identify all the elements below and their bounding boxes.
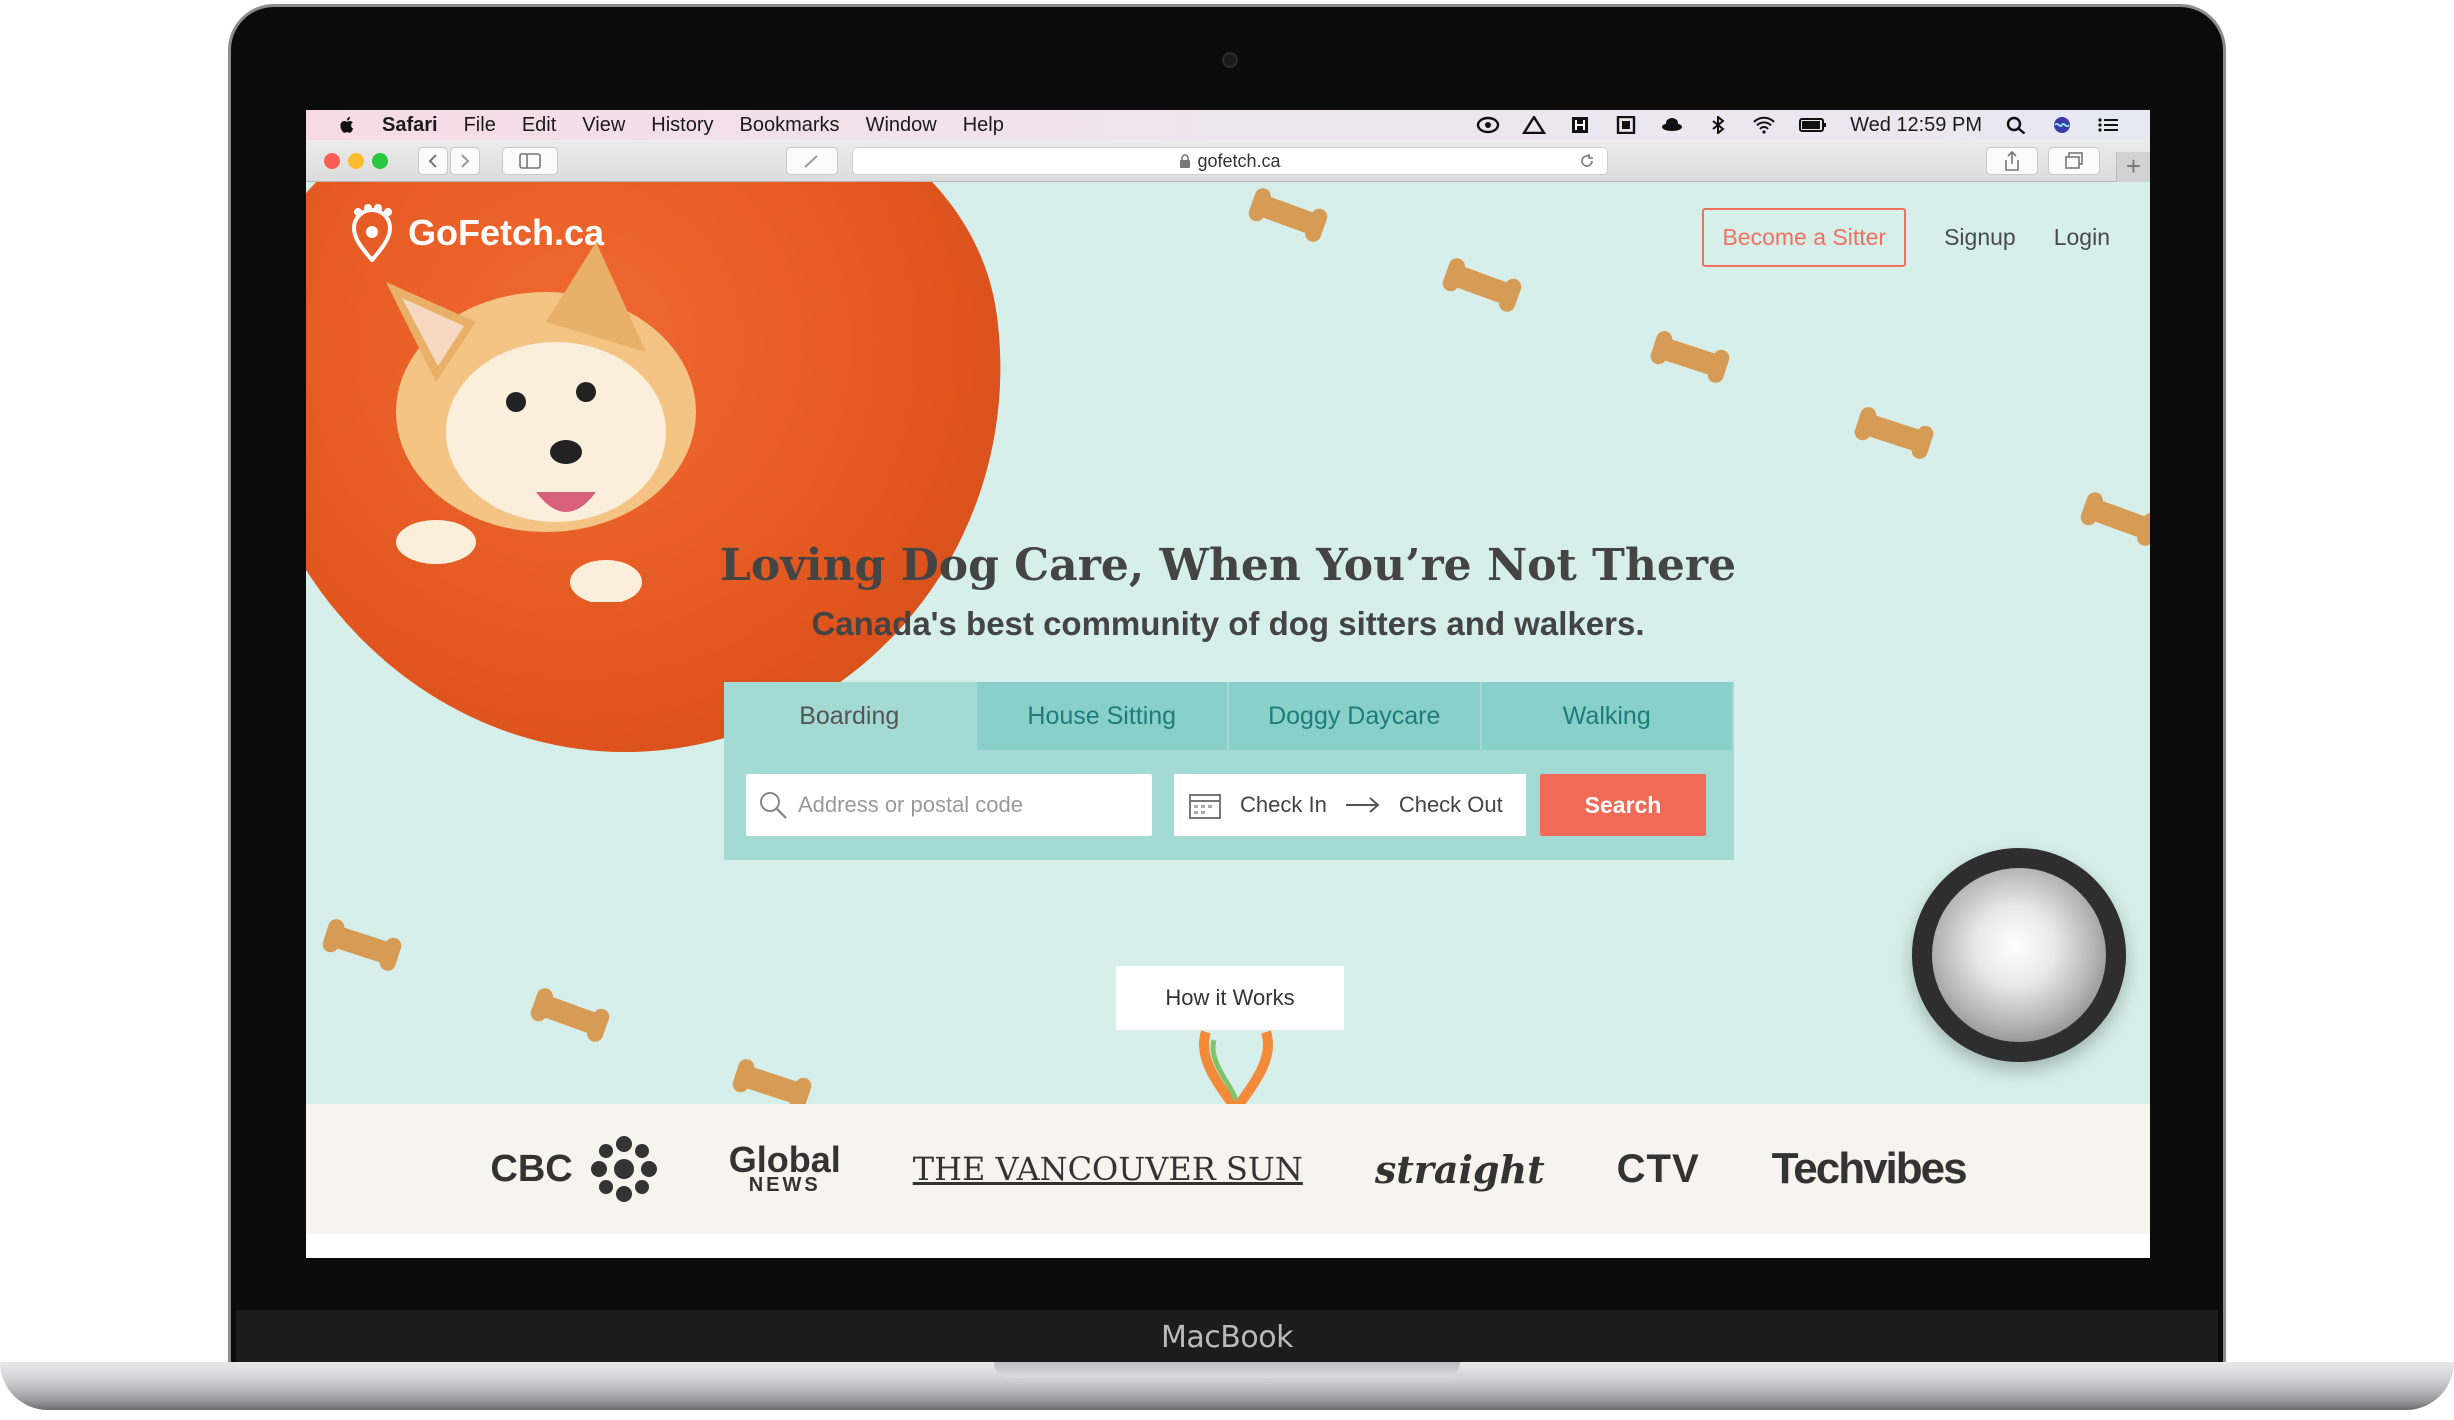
hero: Loving Dog Care, When You’re Not There C… [306, 540, 2150, 643]
siri-icon[interactable] [2050, 116, 2074, 134]
address-bar[interactable]: gofetch.ca [852, 147, 1608, 175]
arrow-right-icon [1345, 797, 1380, 813]
menu-help[interactable]: Help [963, 114, 1004, 137]
gofetch-logo[interactable]: GoFetch.ca [348, 204, 604, 262]
back-button[interactable] [418, 147, 448, 175]
menu-file[interactable]: File [464, 114, 496, 137]
dog-treat-decoration [1860, 412, 1928, 454]
mac-menubar: Safari File Edit View History Bookmarks … [306, 110, 2150, 140]
notification-center-icon[interactable] [2096, 116, 2120, 134]
tabs-icon [2065, 152, 2083, 169]
dog-treat-decoration [2086, 497, 2150, 541]
menu-window[interactable]: Window [866, 114, 937, 137]
share-button[interactable] [1986, 147, 2038, 175]
ctv-logo: CTV [1616, 1146, 1700, 1191]
sidebar-toggle-button[interactable] [502, 147, 558, 175]
global-news-logo: Global NEWS [729, 1141, 841, 1195]
signup-link[interactable]: Signup [1944, 224, 2016, 251]
safari-toolbar: gofetch.ca + [306, 140, 2150, 182]
dog-bowl-image [1912, 848, 2126, 1062]
new-tab-button[interactable]: + [2116, 152, 2150, 182]
calendar-icon [1189, 794, 1221, 819]
laptop-hinge-notch [994, 1362, 1460, 1378]
logo-text: GoFetch.ca [408, 212, 605, 253]
screen: Safari File Edit View History Bookmarks … [306, 110, 2150, 1258]
creative-cloud-icon[interactable] [1476, 116, 1500, 134]
wifi-icon[interactable] [1752, 116, 1776, 134]
lock-icon [1180, 154, 1191, 168]
apple-icon[interactable] [336, 114, 358, 136]
tabs-overview-button[interactable] [2048, 147, 2100, 175]
drive-icon[interactable] [1522, 116, 1547, 134]
search-fields: Address or postal code Check In Check Ou… [746, 774, 1706, 836]
login-link[interactable]: Login [2054, 224, 2110, 251]
bluetooth-icon[interactable] [1706, 116, 1730, 134]
menu-history[interactable]: History [651, 114, 713, 137]
chevron-right-icon [461, 154, 470, 168]
hero-subtitle: Canada's best community of dog sitters a… [811, 605, 1645, 642]
vancouver-sun-logo: THE VANCOUVER SUN [912, 1150, 1303, 1188]
dog-treat-decoration [1448, 263, 1516, 307]
tab-walking[interactable]: Walking [1481, 682, 1734, 750]
hero-title: Loving Dog Care, When You’re Not There [719, 540, 1737, 591]
check-in-field[interactable]: Check In [1240, 792, 1327, 818]
paw-pin-icon [351, 204, 393, 262]
url-text: gofetch.ca [1197, 151, 1281, 171]
status-area: Wed 12:59 PM [1476, 110, 2120, 140]
dog-treat-decoration [738, 1064, 806, 1106]
dog-treat-decoration [536, 993, 604, 1037]
menu-app-name[interactable]: Safari [382, 114, 438, 137]
search-panel: Boarding House Sitting Doggy Daycare Wal… [724, 682, 1734, 860]
sidebar-icon [519, 153, 541, 169]
cbc-text: CBC [490, 1147, 573, 1190]
address-placeholder: Address or postal code [798, 792, 1024, 817]
reload-icon[interactable] [1579, 153, 1595, 169]
cbc-gem-icon [590, 1136, 657, 1202]
cbc-logo: CBC [490, 1136, 657, 1202]
search-button[interactable]: Search [1540, 774, 1706, 836]
webpage: GoFetch.ca Become a Sitter Signup Login … [306, 182, 2150, 1258]
extensions-button[interactable] [786, 147, 838, 175]
how-it-works-button[interactable]: How it Works [1116, 966, 1344, 1030]
address-input[interactable]: Address or postal code [746, 774, 1152, 836]
search-icon [760, 792, 787, 819]
spotlight-search-icon[interactable] [2004, 116, 2028, 134]
dog-treat-decoration [1656, 336, 1724, 378]
hat-icon[interactable] [1660, 116, 1684, 134]
zoom-window-button[interactable] [372, 153, 388, 169]
minimize-window-button[interactable] [348, 153, 364, 169]
become-sitter-button[interactable]: Become a Sitter [1702, 208, 1907, 267]
close-window-button[interactable] [324, 153, 340, 169]
tab-house-sitting[interactable]: House Sitting [976, 682, 1229, 750]
press-logos-bar: CBC Global NEWS THE VANCOUVER SUN straig… [306, 1104, 2150, 1234]
menu-edit[interactable]: Edit [522, 114, 556, 137]
chevron-left-icon [428, 154, 437, 168]
webcam [1222, 52, 1238, 68]
forward-button[interactable] [450, 147, 480, 175]
dog-treat-decoration [1254, 193, 1322, 237]
check-out-field[interactable]: Check Out [1399, 792, 1503, 818]
app-h-icon[interactable] [1568, 116, 1592, 134]
menu-view[interactable]: View [582, 114, 625, 137]
menubar-clock[interactable]: Wed 12:59 PM [1850, 114, 1982, 137]
bowl-interior [1932, 868, 2106, 1042]
date-range-picker[interactable]: Check In Check Out [1174, 774, 1526, 836]
techvibes-logo: Techvibes [1771, 1144, 1968, 1193]
page-footer-strip [306, 1234, 2150, 1258]
dog-treat-decoration [328, 924, 396, 966]
menu-bookmarks[interactable]: Bookmarks [740, 114, 840, 137]
app-box-icon[interactable] [1614, 116, 1638, 134]
device-label: MacBook [1161, 1320, 1293, 1355]
share-icon [2005, 151, 2019, 171]
tab-boarding[interactable]: Boarding [724, 682, 977, 750]
top-nav: Become a Sitter Signup Login [1702, 208, 2110, 267]
tab-doggy-daycare[interactable]: Doggy Daycare [1229, 682, 1482, 750]
georgia-straight-logo: straight [1374, 1146, 1545, 1192]
battery-icon[interactable] [1798, 116, 1828, 134]
rope-toy-image [1199, 1030, 1273, 1112]
service-tabs: Boarding House Sitting Doggy Daycare Wal… [724, 682, 1734, 750]
wand-icon [804, 155, 818, 168]
